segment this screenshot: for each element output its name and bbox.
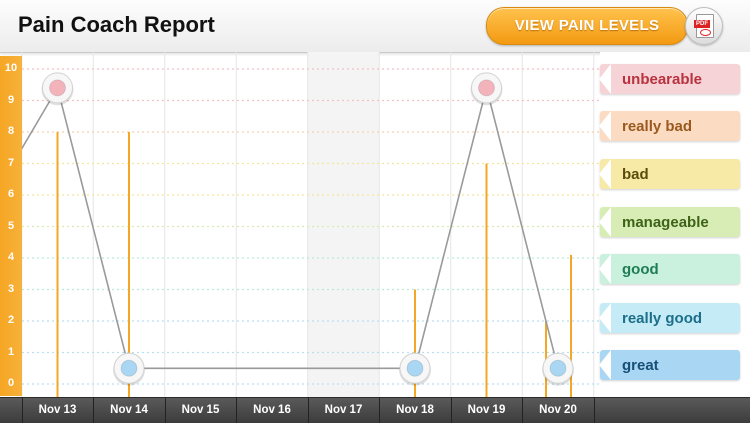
y-tick-label: 7 bbox=[7, 156, 15, 169]
highlight-column bbox=[307, 52, 380, 397]
legend-tag-label: great bbox=[622, 357, 659, 374]
x-tick-label: Nov 17 bbox=[324, 404, 363, 416]
pdf-export-button[interactable]: PDF bbox=[685, 7, 723, 45]
chart-gridlines bbox=[21, 52, 600, 397]
legend-tag-good[interactable]: good bbox=[599, 254, 740, 284]
x-tick-label: 2 bbox=[0, 404, 21, 416]
y-axis: 0 1 2 3 4 5 6 7 8 9 10 bbox=[0, 56, 22, 396]
x-tick-label: Nov 14 bbox=[110, 404, 148, 416]
page-title: Pain Coach Report bbox=[18, 12, 215, 37]
y-tick-label: 10 bbox=[4, 62, 18, 74]
data-point bbox=[549, 359, 567, 377]
y-tick-label: 4 bbox=[7, 251, 15, 263]
legend-tag-really-good[interactable]: really good bbox=[599, 303, 740, 333]
view-pain-levels-button[interactable]: VIEW PAIN LEVELS bbox=[486, 7, 688, 45]
legend-tag-great[interactable]: great bbox=[599, 350, 740, 380]
x-tick-label: Nov 18 bbox=[396, 404, 434, 416]
y-tick-label: 5 bbox=[7, 219, 15, 232]
x-tick-label: Nov 13 bbox=[38, 404, 77, 416]
pain-chart bbox=[0, 52, 600, 397]
x-tick-label: Nov 20 bbox=[539, 404, 577, 416]
chart-line bbox=[0, 85, 559, 370]
legend-tag-unbearable[interactable]: unbearable bbox=[599, 64, 740, 94]
y-tick-label: 9 bbox=[7, 93, 15, 106]
data-point bbox=[478, 79, 495, 97]
legend-tag-label: manageable bbox=[622, 214, 709, 231]
header-bar: Pain Coach Report VIEW PAIN LEVELS PDF bbox=[0, 0, 750, 53]
legend-tag-really-bad[interactable]: really bad bbox=[599, 111, 740, 141]
data-point bbox=[120, 359, 138, 377]
x-tick-label: Nov 15 bbox=[181, 404, 220, 416]
y-tick-label: 8 bbox=[7, 125, 15, 137]
legend-tag-label: really good bbox=[622, 310, 703, 327]
legend-tag-label: good bbox=[622, 261, 659, 278]
x-axis: 2 Nov 13 Nov 14 Nov 15 Nov 16 Nov 17 Nov 18 Nov… bbox=[0, 397, 750, 423]
y-tick-label: 3 bbox=[7, 282, 15, 295]
x-tick-label: Nov 19 bbox=[467, 404, 506, 416]
series-line bbox=[0, 85, 559, 370]
x-axis-separator bbox=[593, 398, 595, 423]
y-tick-label: 6 bbox=[7, 188, 15, 200]
legend-tag-label: really bad bbox=[622, 118, 693, 135]
data-point bbox=[406, 359, 424, 377]
pdf-swoosh-mark bbox=[700, 29, 711, 36]
legend-tag-bad[interactable]: bad bbox=[599, 159, 740, 189]
y-tick-label: 0 bbox=[7, 377, 15, 389]
legend-tag-label: bad bbox=[622, 166, 649, 183]
legend-tag-label: unbearable bbox=[622, 71, 703, 88]
pdf-tag-label: PDF bbox=[694, 20, 710, 28]
y-tick-label: 1 bbox=[7, 345, 15, 358]
x-tick-label: Nov 16 bbox=[253, 404, 291, 416]
legend-tag-manageable[interactable]: manageable bbox=[599, 207, 740, 237]
pdf-icon: PDF bbox=[694, 14, 714, 38]
y-tick-label: 2 bbox=[7, 314, 15, 326]
data-point bbox=[49, 79, 66, 97]
